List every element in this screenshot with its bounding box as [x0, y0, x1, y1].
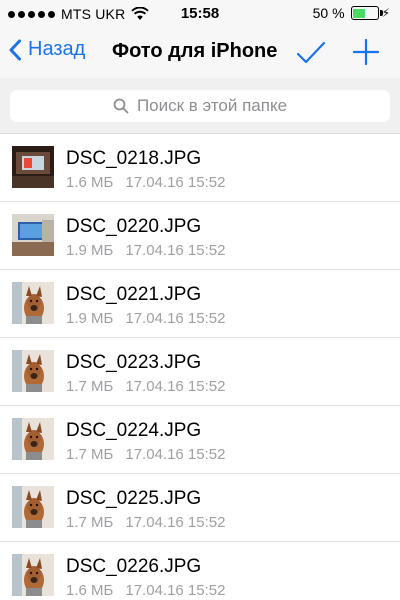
file-row[interactable]: DSC_0224.JPG 1.7 МБ 17.04.16 15:52 [0, 406, 400, 474]
file-size: 1.7 МБ [66, 446, 114, 463]
file-size: 1.6 МБ [66, 582, 114, 599]
photo-thumbnail [12, 418, 54, 460]
photo-thumbnail [12, 146, 54, 188]
file-date: 17.04.16 15:52 [125, 582, 226, 599]
file-row[interactable]: DSC_0220.JPG 1.9 МБ 17.04.16 15:52 [0, 202, 400, 270]
file-size: 1.9 МБ [66, 310, 114, 327]
search-bar: Поиск в этой папке [0, 78, 400, 134]
file-meta: 1.7 МБ 17.04.16 15:52 [66, 446, 225, 463]
file-row[interactable]: DSC_0223.JPG 1.7 МБ 17.04.16 15:52 [0, 338, 400, 406]
file-meta: 1.6 МБ 17.04.16 15:52 [66, 174, 225, 191]
back-button[interactable]: Назад [8, 38, 85, 61]
file-meta: 1.7 МБ 17.04.16 15:52 [66, 378, 225, 395]
file-meta: 1.9 МБ 17.04.16 15:52 [66, 310, 225, 327]
file-size: 1.6 МБ [66, 174, 114, 191]
photo-thumbnail [12, 486, 54, 528]
battery-icon [350, 6, 383, 20]
file-name: DSC_0221.JPG [66, 284, 202, 305]
file-size: 1.7 МБ [66, 514, 114, 531]
file-name: DSC_0226.JPG [66, 556, 202, 577]
file-date: 17.04.16 15:52 [125, 242, 226, 259]
file-row[interactable]: DSC_0221.JPG 1.9 МБ 17.04.16 15:52 [0, 270, 400, 338]
photo-thumbnail [12, 554, 54, 596]
charging-bolt-icon: ⚡ [381, 6, 390, 20]
file-name: DSC_0218.JPG [66, 148, 202, 169]
file-row[interactable]: DSC_0225.JPG 1.7 МБ 17.04.16 15:52 [0, 474, 400, 542]
battery-level [353, 8, 365, 18]
file-name: DSC_0220.JPG [66, 216, 202, 237]
file-date: 17.04.16 15:52 [125, 446, 226, 463]
checkmark-icon[interactable] [296, 40, 326, 66]
file-date: 17.04.16 15:52 [125, 310, 226, 327]
file-row[interactable]: DSC_0218.JPG 1.6 МБ 17.04.16 15:52 [0, 134, 400, 202]
file-date: 17.04.16 15:52 [125, 514, 226, 531]
file-meta: 1.9 МБ 17.04.16 15:52 [66, 242, 225, 259]
chevron-left-icon [9, 39, 21, 60]
file-size: 1.7 МБ [66, 378, 114, 395]
search-placeholder: Поиск в этой папке [136, 96, 288, 115]
file-name: DSC_0223.JPG [66, 352, 202, 373]
file-date: 17.04.16 15:52 [125, 378, 226, 395]
page-title: Фото для iPhone [112, 40, 278, 62]
file-list: DSC_0218.JPG 1.6 МБ 17.04.16 15:52 DSC_0220… [0, 134, 400, 600]
photo-thumbnail [12, 214, 54, 256]
file-name: DSC_0224.JPG [66, 420, 202, 441]
file-date: 17.04.16 15:52 [125, 174, 226, 191]
file-name: DSC_0225.JPG [66, 488, 202, 509]
battery-percent: 50 % [312, 5, 345, 21]
plus-icon[interactable] [352, 38, 380, 66]
status-bar: MTS UKR 15:58 50 % ⚡ [0, 0, 400, 28]
file-meta: 1.7 МБ 17.04.16 15:52 [66, 514, 225, 531]
navigation-bar: Назад Фото для iPhone [0, 28, 400, 78]
file-size: 1.9 МБ [66, 242, 114, 259]
search-icon [113, 98, 129, 114]
photo-thumbnail [12, 282, 54, 324]
battery-group: 50 % ⚡ [313, 5, 390, 21]
back-button-label: Назад [28, 38, 86, 60]
photo-thumbnail [12, 350, 54, 392]
file-meta: 1.6 МБ 17.04.16 15:52 [66, 582, 225, 599]
search-input[interactable]: Поиск в этой папке [10, 90, 390, 122]
file-row[interactable]: DSC_0226.JPG 1.6 МБ 17.04.16 15:52 [0, 542, 400, 600]
